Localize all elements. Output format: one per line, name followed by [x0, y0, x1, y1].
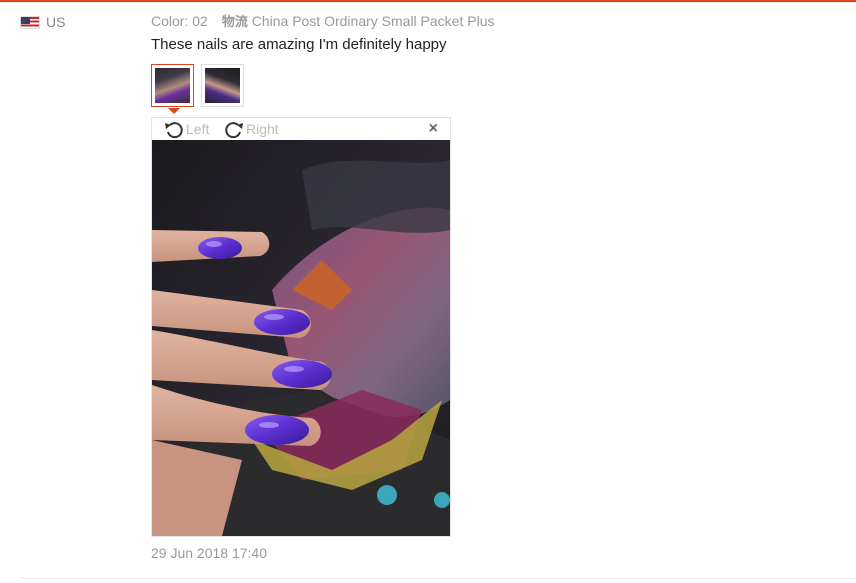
rotate-right-label: Right — [246, 121, 279, 137]
review-thumbnails — [151, 64, 244, 107]
shipping-label: 物流 — [221, 15, 248, 30]
thumbnail-2[interactable] — [201, 64, 244, 107]
thumbnail-1[interactable] — [151, 64, 194, 107]
review-meta: Color: 02 物流 China Post Ordinary Small Pa… — [151, 11, 494, 30]
review-text: These nails are amazing I'm definitely h… — [151, 36, 447, 53]
viewer-toolbar: Left Right × — [152, 118, 450, 140]
reviewer-country: US — [20, 14, 65, 30]
color-label: Color: 02 — [151, 13, 208, 29]
rotate-left-icon — [165, 122, 183, 139]
top-accent-bar — [0, 0, 856, 3]
image-viewer: Left Right × — [151, 117, 451, 537]
rotate-right-button[interactable]: Right — [222, 119, 279, 139]
review-date: 29 Jun 2018 17:40 — [151, 545, 267, 561]
review-divider — [20, 578, 856, 579]
us-flag-icon — [20, 15, 40, 29]
review-photo — [152, 140, 450, 536]
close-icon[interactable]: × — [429, 120, 438, 138]
shipping-method: China Post Ordinary Small Packet Plus — [251, 13, 495, 29]
rotate-right-icon — [225, 122, 243, 139]
rotate-left-button[interactable]: Left — [162, 119, 209, 139]
rotate-left-label: Left — [186, 121, 210, 137]
country-code: US — [46, 14, 66, 30]
active-thumbnail-indicator — [168, 108, 180, 114]
